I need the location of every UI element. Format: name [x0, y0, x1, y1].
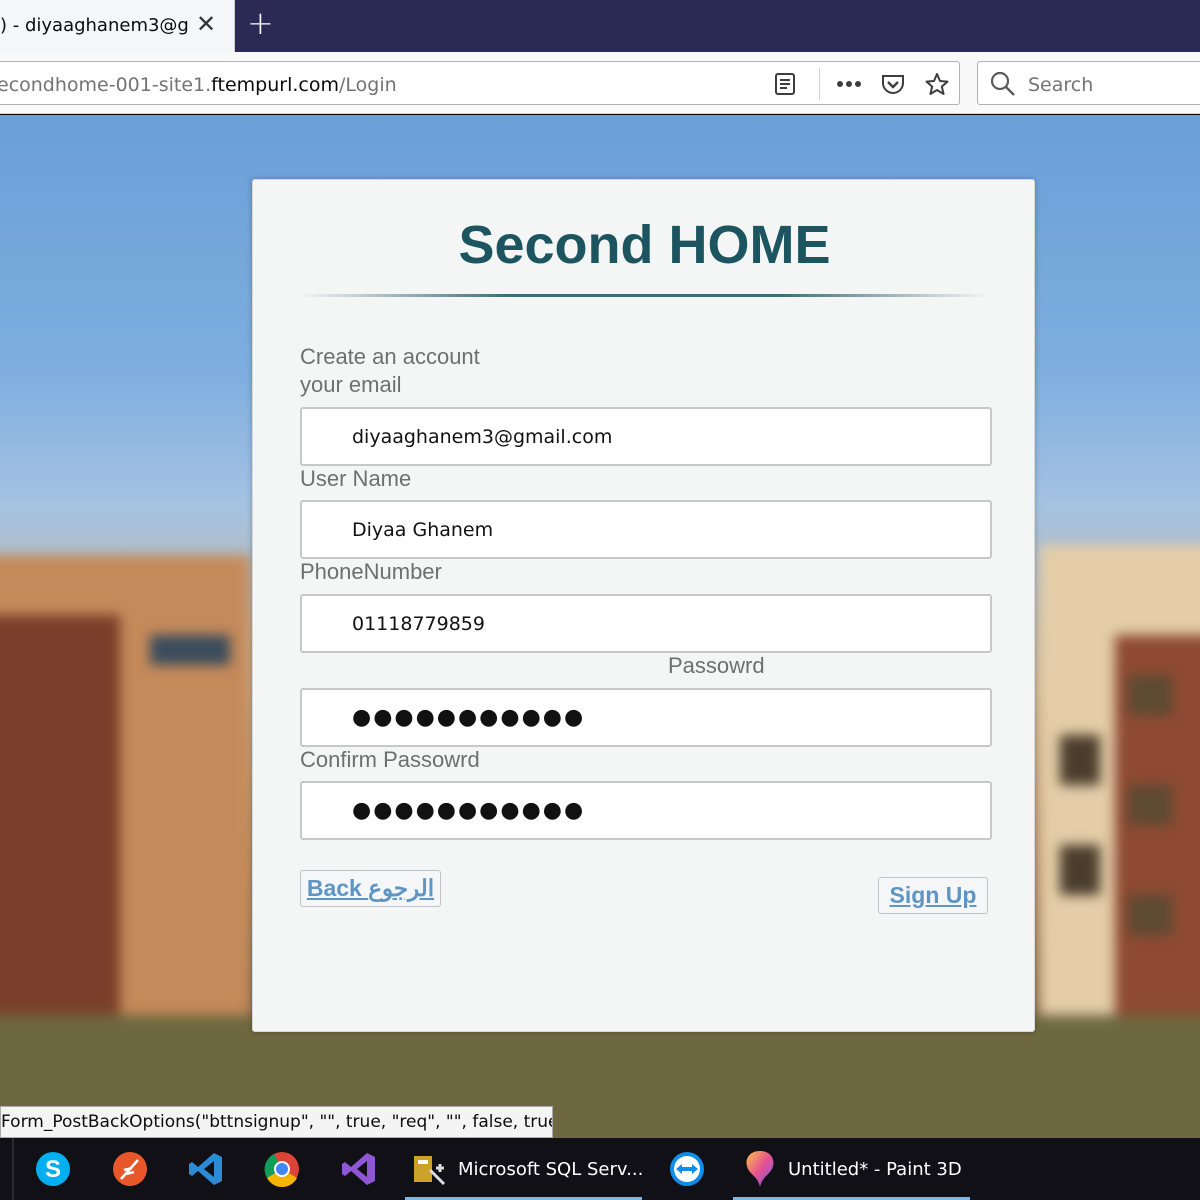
background-window [1060, 845, 1100, 895]
search-icon [990, 71, 1016, 101]
taskbar-app-paint-3d[interactable]: Untitled* - Paint 3D [742, 1138, 962, 1200]
url-path: /Login [338, 74, 397, 96]
visual-studio-icon[interactable] [336, 1146, 382, 1192]
status-bar-link-preview: Form_PostBackOptions("bttnsignup", "", t… [0, 1106, 553, 1138]
create-account-heading: Create an account [300, 344, 480, 369]
url-bar[interactable]: econdhome-001-site1.ftempurl.com/Login [0, 61, 960, 105]
background-window [1060, 735, 1100, 785]
signup-button[interactable]: Sign Up [878, 877, 988, 914]
confirm-password-label: Confirm Passowrd [300, 747, 480, 772]
skype-icon[interactable]: S [30, 1146, 76, 1192]
email-field[interactable] [300, 407, 992, 466]
url-host: ftempurl.com [211, 74, 339, 96]
svg-text:S: S [45, 1156, 61, 1183]
password-label: Passowrd [668, 653, 765, 678]
pocket-icon[interactable] [879, 70, 907, 98]
url-bar-divider [819, 68, 820, 100]
background-building-left-brick [0, 615, 120, 1075]
phone-label: PhoneNumber [300, 559, 442, 584]
sql-server-icon [414, 1156, 446, 1186]
reader-view-icon[interactable] [771, 70, 799, 98]
windows-taskbar: S Microsoft SQL Serv... Untitled* - Pain… [0, 1138, 1200, 1200]
back-button[interactable]: Back الرجوع [300, 870, 441, 907]
paint-3d-label: Untitled* - Paint 3D [788, 1158, 962, 1180]
phone-field[interactable] [300, 594, 992, 653]
taskbar-app-sql-server[interactable]: Microsoft SQL Serv... [410, 1138, 643, 1200]
teamviewer-icon[interactable] [664, 1146, 710, 1192]
browser-tab-bar: ) - diyaaghanem3@gm ✕ + [0, 0, 1200, 52]
tab-close-icon[interactable]: ✕ [196, 10, 216, 38]
username-field[interactable] [300, 500, 992, 559]
search-placeholder: Search [1028, 74, 1094, 96]
browser-nav-bar: econdhome-001-site1.ftempurl.com/Login S… [0, 52, 1200, 114]
signup-card: Second HOME Create an account your email… [252, 179, 1035, 1032]
search-bar[interactable]: Search [977, 61, 1200, 105]
browser-tab-active[interactable]: ) - diyaaghanem3@gm ✕ [0, 0, 235, 52]
page-actions-icon[interactable] [835, 70, 863, 98]
brand-title: Second HOME [458, 215, 831, 275]
background-window [1128, 675, 1172, 715]
url-text[interactable]: econdhome-001-site1.ftempurl.com/Login [0, 74, 397, 96]
paint-3d-icon [746, 1151, 774, 1187]
password-field[interactable] [300, 688, 992, 747]
background-window [1128, 785, 1172, 825]
background-window [150, 635, 230, 665]
username-label: User Name [300, 466, 412, 491]
taskbar-divider [12, 1138, 14, 1200]
new-tab-button[interactable]: + [247, 4, 274, 42]
vscode-icon[interactable] [183, 1146, 229, 1192]
tab-title: ) - diyaaghanem3@gm [0, 15, 190, 36]
feather-app-icon[interactable] [107, 1146, 153, 1192]
url-prefix: econdhome-001-site1. [0, 74, 212, 96]
confirm-password-field[interactable] [300, 781, 992, 840]
brand-divider [300, 294, 988, 297]
chrome-icon[interactable] [259, 1146, 305, 1192]
bookmark-star-icon[interactable] [923, 70, 951, 98]
email-label: your email [300, 372, 402, 397]
background-window [1128, 895, 1172, 935]
sql-server-label: Microsoft SQL Serv... [458, 1158, 644, 1180]
